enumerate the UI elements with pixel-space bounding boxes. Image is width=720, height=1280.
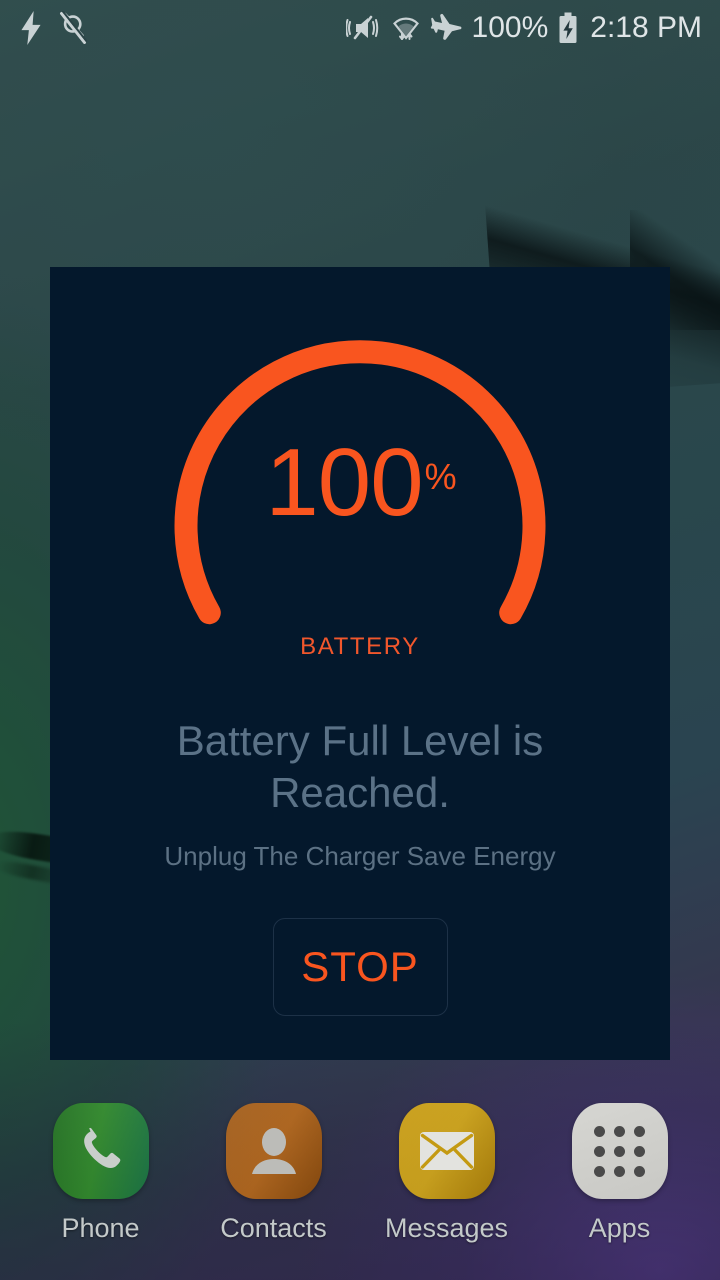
battery-charging-icon — [558, 12, 578, 44]
apps-dot — [594, 1165, 605, 1177]
dock-item-apps[interactable]: Apps — [545, 1103, 695, 1244]
apps-grid-icon[interactable] — [571, 1103, 668, 1199]
plug-off-icon — [58, 11, 88, 45]
dock-label-apps: Apps — [588, 1213, 651, 1243]
battery-gauge-label: BATTERY — [300, 633, 420, 660]
status-bar-clock: 2:18 PM — [590, 11, 702, 44]
battery-full-dialog: 100% BATTERY Battery Full Level is Reach… — [50, 267, 670, 1060]
phone-screen: 100% 2:18 PM 100% BATTERY Battery Full L… — [0, 0, 720, 1280]
apps-dot — [614, 1125, 625, 1137]
dialog-title: Battery Full Level is Reached. — [176, 717, 544, 816]
apps-dot — [634, 1145, 645, 1157]
envelope-icon[interactable] — [398, 1103, 495, 1199]
dock-label-messages: Messages — [384, 1213, 509, 1243]
apps-dot — [594, 1125, 605, 1137]
airplane-mode-icon — [430, 13, 462, 43]
apps-dot — [634, 1165, 645, 1177]
vibrate-mute-icon — [345, 13, 382, 43]
battery-gauge: 100% BATTERY — [50, 267, 670, 667]
dock-item-contacts[interactable]: Contacts — [199, 1103, 349, 1244]
apps-grid-dots — [594, 1125, 645, 1177]
dialog-subtitle: Unplug The Charger Save Energy — [164, 841, 556, 871]
status-bar[interactable]: 100% 2:18 PM — [0, 0, 720, 56]
stop-button[interactable]: STOP — [272, 918, 448, 1016]
dock-item-messages[interactable]: Messages — [372, 1103, 522, 1244]
battery-gauge-readout: 100% — [50, 435, 670, 531]
contact-person-icon[interactable] — [225, 1103, 322, 1199]
dock-item-phone[interactable]: Phone — [26, 1103, 176, 1244]
apps-dot — [634, 1125, 645, 1137]
apps-dot — [594, 1145, 605, 1157]
home-screen-dock: Phone Contacts Messages Apps — [0, 1103, 720, 1244]
flash-bolt-icon — [18, 11, 44, 45]
phone-handset-icon[interactable] — [52, 1103, 149, 1199]
battery-percent-label: 100% — [471, 11, 549, 44]
dock-label-phone: Phone — [61, 1213, 140, 1243]
status-bar-right-group: 100% 2:18 PM — [345, 11, 702, 45]
battery-gauge-unit: % — [424, 455, 457, 497]
apps-dot — [614, 1145, 625, 1157]
wifi-icon — [392, 13, 420, 43]
dock-label-contacts: Contacts — [220, 1213, 327, 1243]
status-bar-left-group — [18, 11, 88, 45]
battery-gauge-value: 100 — [265, 429, 423, 536]
dialog-action-row: STOP — [50, 918, 670, 1016]
apps-dot — [614, 1165, 625, 1177]
